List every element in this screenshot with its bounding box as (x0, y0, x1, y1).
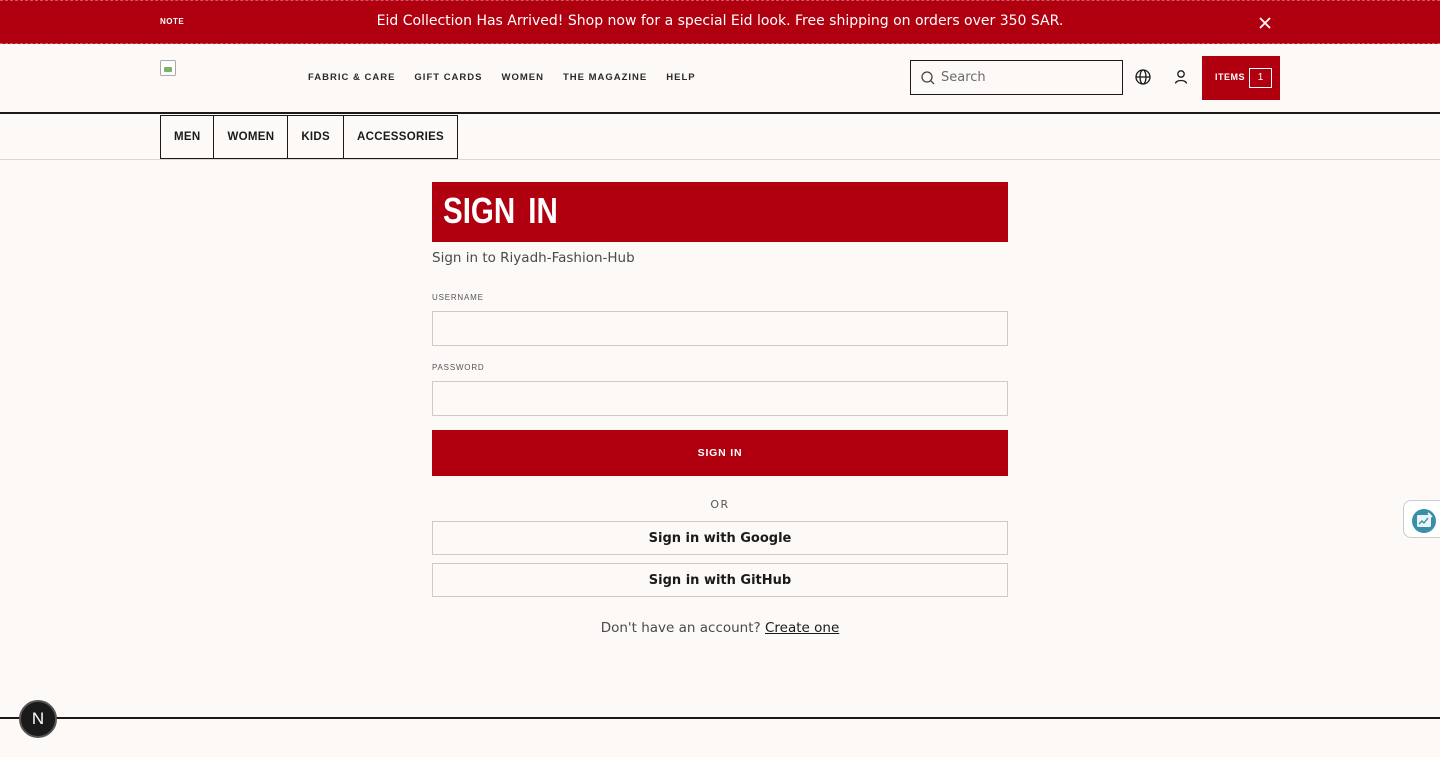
no-account-text: Don't have an account? (600, 620, 761, 636)
category-women[interactable]: Women (214, 116, 289, 158)
nav-help[interactable]: Help (666, 72, 695, 83)
category-tabs: Men Women Kids Accessories (160, 115, 459, 159)
or-divider: OR (710, 498, 730, 511)
cart-label: ITEMS (1215, 72, 1246, 82)
signin-subtitle: Sign in to Riyadh-Fashion-Hub (432, 250, 635, 266)
create-account-link[interactable]: Create one (765, 620, 839, 636)
dev-tools-badge[interactable]: N (19, 700, 57, 738)
announcement-message: Eid Collection Has Arrived! Shop now for… (376, 13, 1064, 29)
close-icon[interactable] (1256, 14, 1274, 32)
main-nav: Fabric & Care Gift Cards Women The Magaz… (308, 72, 715, 83)
footer-divider (0, 717, 1440, 719)
category-men[interactable]: Men (161, 116, 215, 158)
signin-title-block: SIGN IN (432, 182, 1008, 242)
side-widget-button[interactable] (1403, 500, 1440, 538)
search-icon (921, 71, 935, 85)
signup-prompt: Don't have an account? Create one (432, 620, 1008, 636)
category-bar: Men Women Kids Accessories (0, 114, 1440, 160)
signin-button[interactable]: SIGN IN (432, 430, 1008, 476)
category-accessories[interactable]: Accessories (344, 116, 457, 158)
google-signin-button[interactable]: Sign in with Google (432, 521, 1008, 555)
nav-women[interactable]: Women (501, 72, 543, 83)
nav-fabric-care[interactable]: Fabric & Care (308, 72, 395, 83)
cart-button[interactable]: ITEMS 1 (1202, 56, 1280, 100)
github-signin-button[interactable]: Sign in with GitHub (432, 563, 1008, 597)
password-label: PASSWORD (432, 363, 485, 372)
cart-count: 1 (1249, 68, 1272, 88)
category-kids[interactable]: Kids (288, 116, 345, 158)
password-field[interactable] (432, 381, 1008, 416)
edit-chart-icon (1412, 509, 1436, 533)
user-icon[interactable] (1173, 68, 1189, 86)
username-field[interactable] (432, 311, 1008, 346)
announcement-bar: NOTE Eid Collection Has Arrived! Shop no… (0, 0, 1440, 44)
nav-gift-cards[interactable]: Gift Cards (414, 72, 482, 83)
globe-icon[interactable] (1134, 68, 1152, 86)
logo-image[interactable] (160, 60, 176, 76)
site-header: Fabric & Care Gift Cards Women The Magaz… (0, 44, 1440, 114)
search-box (910, 60, 1123, 95)
nav-the-magazine[interactable]: The Magazine (563, 72, 647, 83)
username-label: USERNAME (432, 293, 484, 302)
search-input[interactable] (941, 61, 1119, 94)
page-title: SIGN IN (443, 190, 558, 231)
